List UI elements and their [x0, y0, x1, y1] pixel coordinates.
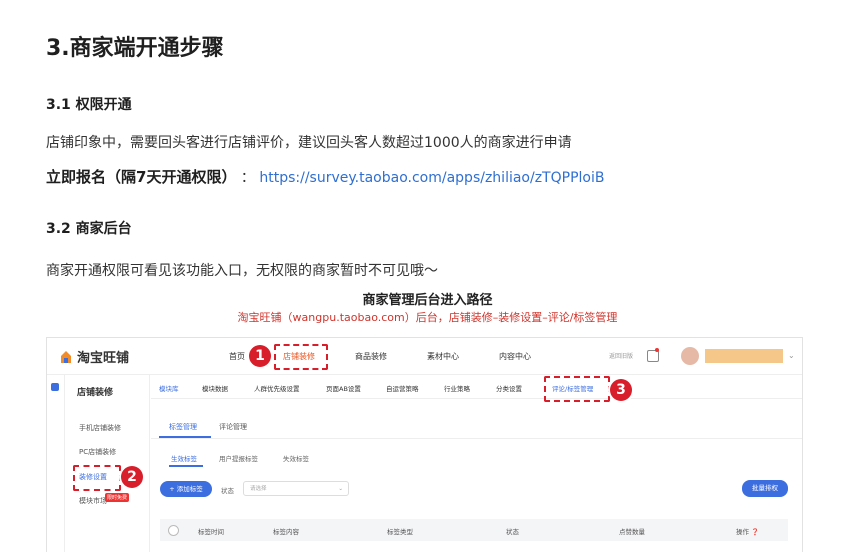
step1-highlight: [274, 344, 328, 370]
column-header: 状态: [506, 528, 519, 536]
table-header: 标签时间 标签内容 标签类型 状态 点赞数量 操作 ❓: [160, 519, 788, 541]
chevron-down-icon: ⌄: [338, 486, 343, 492]
sidebar-item-module-market[interactable]: 模块市场: [79, 496, 107, 506]
backend-paragraph: 商家开通权限可看见该功能入口，无权限的商家暂时不可见哦～: [46, 263, 438, 279]
page-title: 3.商家端开通步骤: [46, 36, 224, 61]
store-logo-icon: [61, 350, 71, 363]
step1-badge: 1: [249, 345, 271, 367]
signup-link[interactable]: https://survey.taobao.com/apps/zhiliao/z…: [259, 170, 604, 186]
step2-highlight: [73, 465, 121, 491]
nav-material-center[interactable]: 素材中心: [427, 351, 459, 362]
tab-tag-management[interactable]: 标签管理: [169, 422, 197, 432]
tab-active-tags[interactable]: 生效标签: [171, 453, 197, 463]
subtabs-divider: [151, 438, 802, 439]
column-header: 点赞数量: [619, 528, 645, 536]
nav-home[interactable]: 首页: [229, 351, 245, 362]
step3-highlight: [544, 376, 610, 402]
tab-industry-strategy[interactable]: 行业策略: [444, 383, 470, 393]
chevron-down-icon[interactable]: ⌄: [788, 351, 795, 360]
tab-audience-priority[interactable]: 人群优先级设置: [254, 383, 300, 393]
step2-badge: 2: [121, 466, 143, 488]
section-heading-backend: 3.2 商家后台: [46, 221, 132, 237]
tab-review-management[interactable]: 评论管理: [219, 422, 247, 432]
signup-separator: ：: [240, 170, 255, 186]
tab-module-library[interactable]: 模块库: [159, 383, 179, 393]
column-header: 操作 ❓: [736, 528, 760, 536]
status-label: 状态: [221, 487, 234, 495]
figure-subtitle: 淘宝旺铺（wangpu.taobao.com）后台，店铺装修–装修设置–评论/标…: [237, 311, 618, 324]
backend-screenshot: 淘宝旺铺 首页 店铺装修 商品装修 素材中心 内容中心 返回旧版 ⌄ 1 店铺装…: [46, 337, 803, 552]
column-header: 标签时间: [198, 528, 224, 536]
signup-line: 立即报名（隔7天开通权限） ： https://survey.taobao.co…: [46, 166, 604, 187]
user-name-redacted: [705, 349, 783, 363]
tab-page-ab[interactable]: 页面AB设置: [326, 383, 361, 393]
top-bar: 淘宝旺铺 首页 店铺装修 商品装修 素材中心 内容中心 返回旧版 ⌄: [47, 338, 802, 375]
logo-text: 淘宝旺铺: [77, 351, 130, 366]
add-tag-button[interactable]: + 添加标签: [160, 481, 212, 497]
tabs-divider: [151, 398, 802, 399]
sidebar-item-pc[interactable]: PC店铺装修: [79, 447, 116, 457]
layers-icon[interactable]: [51, 383, 59, 391]
tab-user-reported-tags[interactable]: 用户提报标签: [219, 453, 258, 463]
sidebar-item-mobile[interactable]: 手机店铺装修: [79, 423, 121, 433]
status-select[interactable]: 请选择 ⌄: [243, 481, 349, 496]
active-subtab-indicator: [169, 465, 203, 467]
sidebar-title: 店铺装修: [77, 388, 114, 398]
column-header: 标签内容: [273, 528, 299, 536]
step3-badge: 3: [610, 379, 632, 401]
batch-rank-button[interactable]: 批量排权: [742, 480, 788, 497]
nav-product-decoration[interactable]: 商品装修: [355, 351, 387, 362]
free-badge: 限时免费: [105, 493, 130, 502]
tab-module-data[interactable]: 模块数据: [202, 383, 228, 393]
notification-dot: [655, 348, 659, 352]
logo: 淘宝旺铺: [59, 347, 129, 366]
avatar[interactable]: [681, 347, 699, 365]
tab-category-settings[interactable]: 分类设置: [496, 383, 522, 393]
sidebar-rail: [47, 375, 65, 552]
column-header: 标签类型: [387, 528, 413, 536]
select-all-checkbox[interactable]: [168, 525, 179, 536]
tab-self-operation[interactable]: 自运营策略: [386, 383, 419, 393]
signup-label: 立即报名（隔7天开通权限）: [46, 168, 237, 186]
figure-title: 商家管理后台进入路径: [362, 293, 493, 308]
section-heading-permission: 3.1 权限开通: [46, 97, 132, 113]
status-select-placeholder: 请选择: [250, 486, 267, 492]
permission-paragraph: 店铺印象中，需要回头客进行店铺评价，建议回头客人数超过1000人的商家进行申请: [46, 135, 572, 151]
back-to-old-link[interactable]: 返回旧版: [609, 351, 633, 360]
sidebar: 店铺装修 手机店铺装修 PC店铺装修 装修设置 模块市场: [65, 375, 150, 552]
nav-content-center[interactable]: 内容中心: [499, 351, 531, 362]
tab-invalid-tags[interactable]: 失效标签: [283, 453, 309, 463]
